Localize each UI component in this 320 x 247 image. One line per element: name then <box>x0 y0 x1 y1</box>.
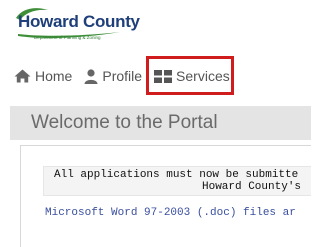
nav-home[interactable]: Home <box>14 68 72 84</box>
content-panel: All applications must now be submitte Ho… <box>20 145 311 247</box>
home-icon <box>14 69 31 83</box>
notice-box: All applications must now be submitte Ho… <box>43 166 311 196</box>
nav-profile[interactable]: Profile <box>84 68 142 84</box>
user-icon <box>84 68 98 84</box>
logo-subtitle: Department of Planning & Zoning <box>34 35 101 40</box>
grid-icon <box>154 69 173 83</box>
page: Howard County Department of Planning & Z… <box>0 0 311 247</box>
main-nav: Home Profile Services <box>14 66 230 86</box>
howard-county-logo[interactable]: Howard County Department of Planning & Z… <box>14 6 140 46</box>
notice-text-line2: Howard County's <box>202 181 302 193</box>
nav-services[interactable]: Services <box>154 68 230 84</box>
nav-services-label: Services <box>176 68 230 84</box>
page-title: Welcome to the Portal <box>31 112 218 133</box>
page-title-bar: Welcome to the Portal <box>10 106 311 140</box>
doc-format-note: Microsoft Word 97-2003 (.doc) files ar <box>45 207 296 219</box>
nav-profile-label: Profile <box>102 68 143 84</box>
notice-text-line1: All applications must now be submitte <box>54 169 299 181</box>
logo-title: Howard County <box>18 12 140 31</box>
nav-home-label: Home <box>35 68 73 84</box>
